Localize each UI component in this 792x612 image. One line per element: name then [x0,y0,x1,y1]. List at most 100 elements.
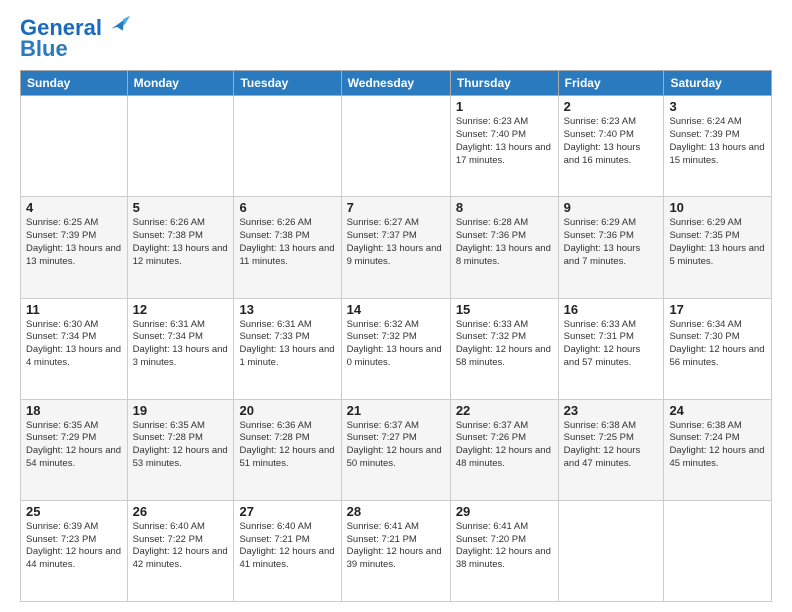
calendar-week-5: 25Sunrise: 6:39 AM Sunset: 7:23 PM Dayli… [21,500,772,601]
calendar-cell: 26 Sunrise: 6:40 AM Sunset: 7:22 PM Dayli… [127,500,234,601]
day-info: Sunrise: 6:37 AM Sunset: 7:27 PM Dayligh… [347,420,445,471]
calendar-cell: 28 Sunrise: 6:41 AM Sunset: 7:21 PM Dayli… [341,500,450,601]
calendar-cell: 19 Sunrise: 6:35 AM Sunset: 7:28 PM Dayli… [127,399,234,500]
calendar-cell: 8 Sunrise: 6:28 AM Sunset: 7:36 PM Daylig… [450,197,558,298]
day-info: Sunrise: 6:40 AM Sunset: 7:21 PM Dayligh… [239,521,335,572]
calendar-cell: 18 Sunrise: 6:35 AM Sunset: 7:29 PM Dayli… [21,399,128,500]
day-number: 7 [347,200,445,215]
day-info: Sunrise: 6:26 AM Sunset: 7:38 PM Dayligh… [133,217,229,268]
day-number: 5 [133,200,229,215]
day-number: 28 [347,504,445,519]
day-info: Sunrise: 6:35 AM Sunset: 7:28 PM Dayligh… [133,420,229,471]
day-info: Sunrise: 6:40 AM Sunset: 7:22 PM Dayligh… [133,521,229,572]
calendar-cell: 21Sunrise: 6:37 AM Sunset: 7:27 PM Dayli… [341,399,450,500]
calendar-cell [341,96,450,197]
calendar-cell: 17 Sunrise: 6:34 AM Sunset: 7:30 PM Dayli… [664,298,772,399]
day-number: 2 [564,99,659,114]
calendar-page: General Blue SundayMondayTuesdayWednesda… [0,0,792,612]
day-info: Sunrise: 6:41 AM Sunset: 7:21 PM Dayligh… [347,521,445,572]
calendar-cell: 20 Sunrise: 6:36 AM Sunset: 7:28 PM Dayli… [234,399,341,500]
day-number: 27 [239,504,335,519]
calendar-cell: 3Sunrise: 6:24 AM Sunset: 7:39 PM Daylig… [664,96,772,197]
weekday-header-monday: Monday [127,71,234,96]
day-number: 23 [564,403,659,418]
logo: General Blue [20,16,132,62]
calendar-cell: 10Sunrise: 6:29 AM Sunset: 7:35 PM Dayli… [664,197,772,298]
day-number: 16 [564,302,659,317]
calendar-cell: 1 Sunrise: 6:23 AM Sunset: 7:40 PM Daylig… [450,96,558,197]
day-number: 14 [347,302,445,317]
day-number: 17 [669,302,766,317]
day-info: Sunrise: 6:35 AM Sunset: 7:29 PM Dayligh… [26,420,122,471]
day-info: Sunrise: 6:27 AM Sunset: 7:37 PM Dayligh… [347,217,445,268]
calendar-cell: 23 Sunrise: 6:38 AM Sunset: 7:25 PM Dayli… [558,399,664,500]
calendar-week-2: 4 Sunrise: 6:25 AM Sunset: 7:39 PM Daylig… [21,197,772,298]
calendar-cell: 24Sunrise: 6:38 AM Sunset: 7:24 PM Dayli… [664,399,772,500]
calendar-week-1: 1 Sunrise: 6:23 AM Sunset: 7:40 PM Daylig… [21,96,772,197]
weekday-header-sunday: Sunday [21,71,128,96]
page-header: General Blue [20,16,772,62]
calendar-table: SundayMondayTuesdayWednesdayThursdayFrid… [20,70,772,602]
day-number: 9 [564,200,659,215]
day-info: Sunrise: 6:23 AM Sunset: 7:40 PM Dayligh… [564,116,659,167]
day-number: 13 [239,302,335,317]
calendar-cell: 6 Sunrise: 6:26 AM Sunset: 7:38 PM Daylig… [234,197,341,298]
day-number: 6 [239,200,335,215]
day-info: Sunrise: 6:28 AM Sunset: 7:36 PM Dayligh… [456,217,553,268]
calendar-cell: 25Sunrise: 6:39 AM Sunset: 7:23 PM Dayli… [21,500,128,601]
day-info: Sunrise: 6:32 AM Sunset: 7:32 PM Dayligh… [347,319,445,370]
calendar-cell [664,500,772,601]
day-number: 19 [133,403,229,418]
day-info: Sunrise: 6:24 AM Sunset: 7:39 PM Dayligh… [669,116,766,167]
day-number: 15 [456,302,553,317]
day-number: 1 [456,99,553,114]
weekday-header-saturday: Saturday [664,71,772,96]
day-number: 25 [26,504,122,519]
calendar-cell: 13 Sunrise: 6:31 AM Sunset: 7:33 PM Dayli… [234,298,341,399]
calendar-cell: 11Sunrise: 6:30 AM Sunset: 7:34 PM Dayli… [21,298,128,399]
day-number: 8 [456,200,553,215]
calendar-cell [21,96,128,197]
day-info: Sunrise: 6:37 AM Sunset: 7:26 PM Dayligh… [456,420,553,471]
day-info: Sunrise: 6:38 AM Sunset: 7:25 PM Dayligh… [564,420,659,471]
day-info: Sunrise: 6:30 AM Sunset: 7:34 PM Dayligh… [26,319,122,370]
day-number: 18 [26,403,122,418]
day-info: Sunrise: 6:31 AM Sunset: 7:34 PM Dayligh… [133,319,229,370]
weekday-header-row: SundayMondayTuesdayWednesdayThursdayFrid… [21,71,772,96]
weekday-header-thursday: Thursday [450,71,558,96]
day-info: Sunrise: 6:31 AM Sunset: 7:33 PM Dayligh… [239,319,335,370]
day-info: Sunrise: 6:34 AM Sunset: 7:30 PM Dayligh… [669,319,766,370]
calendar-cell: 14 Sunrise: 6:32 AM Sunset: 7:32 PM Dayli… [341,298,450,399]
calendar-cell [127,96,234,197]
logo-bird-icon [104,12,132,40]
calendar-cell [234,96,341,197]
day-number: 4 [26,200,122,215]
calendar-cell: 16 Sunrise: 6:33 AM Sunset: 7:31 PM Dayli… [558,298,664,399]
calendar-cell: 12Sunrise: 6:31 AM Sunset: 7:34 PM Dayli… [127,298,234,399]
day-info: Sunrise: 6:23 AM Sunset: 7:40 PM Dayligh… [456,116,553,167]
day-number: 26 [133,504,229,519]
day-info: Sunrise: 6:33 AM Sunset: 7:32 PM Dayligh… [456,319,553,370]
day-info: Sunrise: 6:29 AM Sunset: 7:36 PM Dayligh… [564,217,659,268]
calendar-cell [558,500,664,601]
day-info: Sunrise: 6:26 AM Sunset: 7:38 PM Dayligh… [239,217,335,268]
calendar-cell: 27 Sunrise: 6:40 AM Sunset: 7:21 PM Dayli… [234,500,341,601]
calendar-cell: 29Sunrise: 6:41 AM Sunset: 7:20 PM Dayli… [450,500,558,601]
weekday-header-friday: Friday [558,71,664,96]
calendar-week-4: 18 Sunrise: 6:35 AM Sunset: 7:29 PM Dayli… [21,399,772,500]
calendar-cell: 4 Sunrise: 6:25 AM Sunset: 7:39 PM Daylig… [21,197,128,298]
calendar-cell: 22Sunrise: 6:37 AM Sunset: 7:26 PM Dayli… [450,399,558,500]
day-info: Sunrise: 6:41 AM Sunset: 7:20 PM Dayligh… [456,521,553,572]
calendar-week-3: 11Sunrise: 6:30 AM Sunset: 7:34 PM Dayli… [21,298,772,399]
day-info: Sunrise: 6:33 AM Sunset: 7:31 PM Dayligh… [564,319,659,370]
calendar-cell: 9 Sunrise: 6:29 AM Sunset: 7:36 PM Daylig… [558,197,664,298]
day-info: Sunrise: 6:38 AM Sunset: 7:24 PM Dayligh… [669,420,766,471]
day-info: Sunrise: 6:36 AM Sunset: 7:28 PM Dayligh… [239,420,335,471]
day-number: 20 [239,403,335,418]
day-info: Sunrise: 6:25 AM Sunset: 7:39 PM Dayligh… [26,217,122,268]
calendar-header: SundayMondayTuesdayWednesdayThursdayFrid… [21,71,772,96]
calendar-body: 1 Sunrise: 6:23 AM Sunset: 7:40 PM Daylig… [21,96,772,602]
calendar-cell: 7 Sunrise: 6:27 AM Sunset: 7:37 PM Daylig… [341,197,450,298]
day-number: 10 [669,200,766,215]
calendar-cell: 2 Sunrise: 6:23 AM Sunset: 7:40 PM Daylig… [558,96,664,197]
